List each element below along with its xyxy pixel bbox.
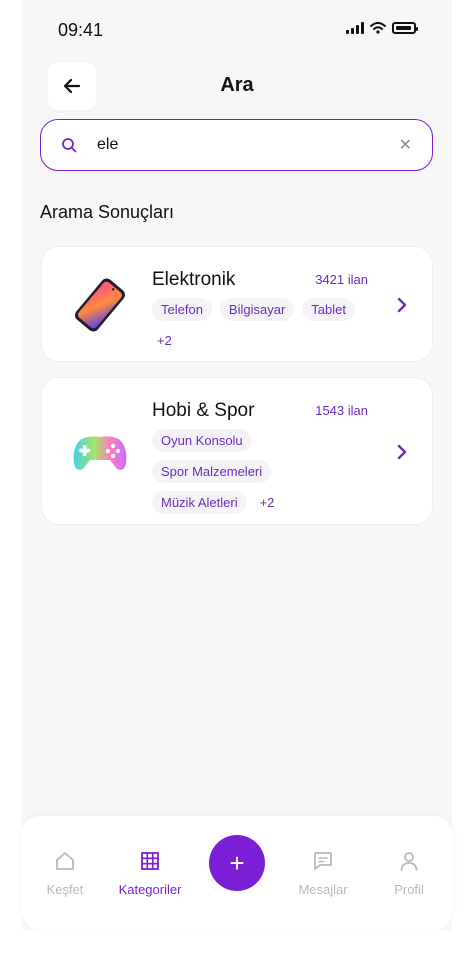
tab-label: Keşfet: [46, 882, 84, 897]
tag[interactable]: Müzik Aletleri: [152, 491, 247, 514]
status-time: 09:41: [58, 20, 104, 40]
tab-label: Kategoriler: [118, 882, 182, 897]
search-value[interactable]: ele: [97, 136, 399, 154]
status-icons: [346, 22, 418, 34]
header: Ara: [22, 62, 452, 114]
card-count: 1543 ilan: [315, 403, 368, 418]
chevron-right-icon[interactable]: [396, 444, 408, 460]
tag-list: Oyun Konsolu Spor Malzemeleri Müzik Alet…: [152, 429, 352, 514]
tab-kesfet[interactable]: Keşfet: [23, 850, 107, 897]
search-input[interactable]: ele ✕: [40, 119, 433, 171]
page-title: Ara: [220, 74, 254, 96]
more-tags[interactable]: +2: [255, 491, 280, 514]
signal-icon: [346, 22, 364, 34]
more-tags[interactable]: +2: [152, 329, 177, 352]
card-name: Hobi & Spor: [152, 400, 255, 421]
tag[interactable]: Telefon: [152, 298, 212, 321]
tag[interactable]: Spor Malzemeleri: [152, 460, 272, 483]
bottom-tab-bar: Keşfet Kategoriler + Mesajlar Profil: [22, 816, 452, 930]
card-name: Elektronik: [152, 269, 236, 290]
search-icon: [62, 138, 77, 153]
clear-icon[interactable]: ✕: [399, 135, 412, 155]
tab-label: Profil: [394, 882, 424, 897]
tab-kategoriler[interactable]: Kategoriler: [108, 850, 192, 897]
grid-icon: [141, 852, 159, 870]
result-card-hobi-spor[interactable]: Hobi & Spor 1543 ilan Oyun Konsolu Spor …: [41, 377, 433, 525]
add-listing-button[interactable]: +: [209, 835, 265, 891]
tag-list: Telefon Bilgisayar Tablet +2: [152, 298, 372, 352]
tab-profil[interactable]: Profil: [367, 850, 451, 897]
tag[interactable]: Tablet: [302, 298, 355, 321]
result-card-elektronik[interactable]: Elektronik 3421 ilan Telefon Bilgisayar …: [41, 246, 433, 362]
tag[interactable]: Oyun Konsolu: [152, 429, 252, 452]
message-icon: [314, 852, 332, 870]
phone-icon: [75, 278, 125, 332]
status-bar: 09:41: [22, 0, 452, 60]
card-count: 3421 ilan: [315, 272, 368, 287]
home-icon: [56, 852, 74, 870]
user-icon: [400, 852, 418, 871]
results-title: Arama Sonuçları: [40, 202, 175, 222]
app-screen: 09:41 Ara ele ✕ Arama Sonuçları Elektron…: [22, 0, 452, 930]
tab-mesajlar[interactable]: Mesajlar: [281, 850, 365, 897]
tag[interactable]: Bilgisayar: [219, 298, 295, 321]
chevron-right-icon[interactable]: [396, 297, 408, 313]
tab-label: Mesajlar: [298, 882, 348, 897]
wifi-icon: [370, 22, 386, 34]
battery-icon: [392, 22, 418, 34]
gamepad-icon: [73, 436, 127, 470]
